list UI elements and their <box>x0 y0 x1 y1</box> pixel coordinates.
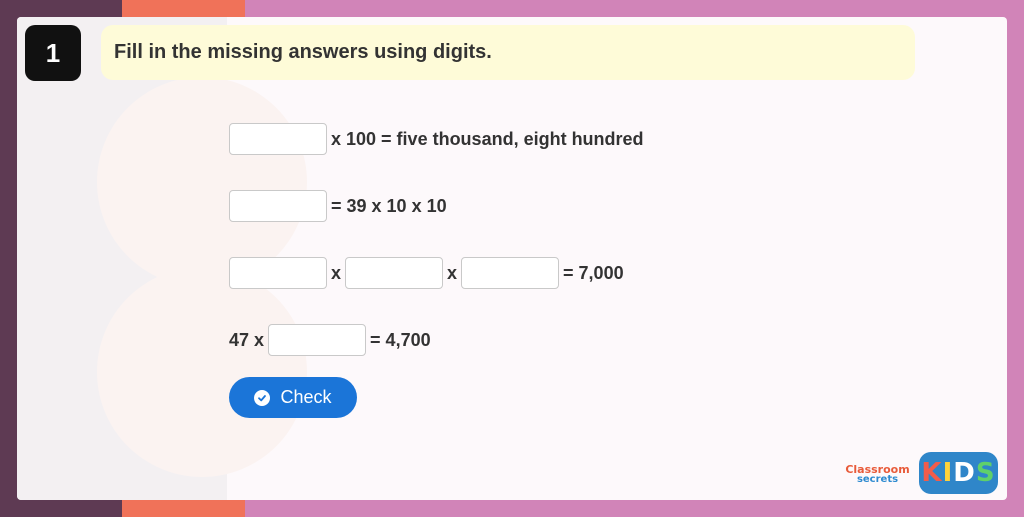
equation-text-4: = 4,700 <box>370 329 431 350</box>
kids-logo: K I D S <box>919 452 998 494</box>
logo-line-2: secrets <box>856 473 899 485</box>
answer-input-1[interactable] <box>229 123 327 155</box>
instruction-text: Fill in the missing answers using digits… <box>114 41 492 63</box>
kids-letter-d: D <box>953 458 976 488</box>
equation-row-4: 47 x = 4,700 <box>229 324 435 356</box>
equation-row-1: x 100 = five thousand, eight hundred <box>229 123 648 155</box>
kids-letter-k: K <box>921 458 943 488</box>
equation-text-3: = 7,000 <box>563 262 624 283</box>
equation-text-2: = 39 x 10 x 10 <box>331 195 447 216</box>
check-button-label: Check <box>280 387 332 407</box>
equation-row-2: = 39 x 10 x 10 <box>229 190 451 222</box>
logo-line-1: Classroom <box>845 462 910 476</box>
multiply-sign-1: x <box>331 262 342 283</box>
answer-input-2[interactable] <box>229 190 327 222</box>
equation-prefix-4: 47 x <box>229 329 265 350</box>
answer-input-3b[interactable] <box>345 257 444 289</box>
question-number: 1 <box>25 25 81 81</box>
instruction-banner: Fill in the missing answers using digits… <box>101 25 915 80</box>
kids-letter-s: S <box>975 458 996 488</box>
answer-input-3a[interactable] <box>229 257 327 289</box>
multiply-sign-2: x <box>447 262 458 283</box>
equation-row-3: x x = 7,000 <box>229 257 628 289</box>
check-circle-icon <box>254 389 271 406</box>
classroom-secrets-logo: Classroom secrets <box>840 462 915 486</box>
card-decoration <box>17 17 307 500</box>
check-button[interactable]: Check <box>229 377 357 418</box>
kids-letter-i: I <box>942 458 954 488</box>
answer-input-4[interactable] <box>268 324 367 356</box>
answer-input-3c[interactable] <box>461 257 560 289</box>
equation-text-1: x 100 = five thousand, eight hundred <box>331 128 644 149</box>
